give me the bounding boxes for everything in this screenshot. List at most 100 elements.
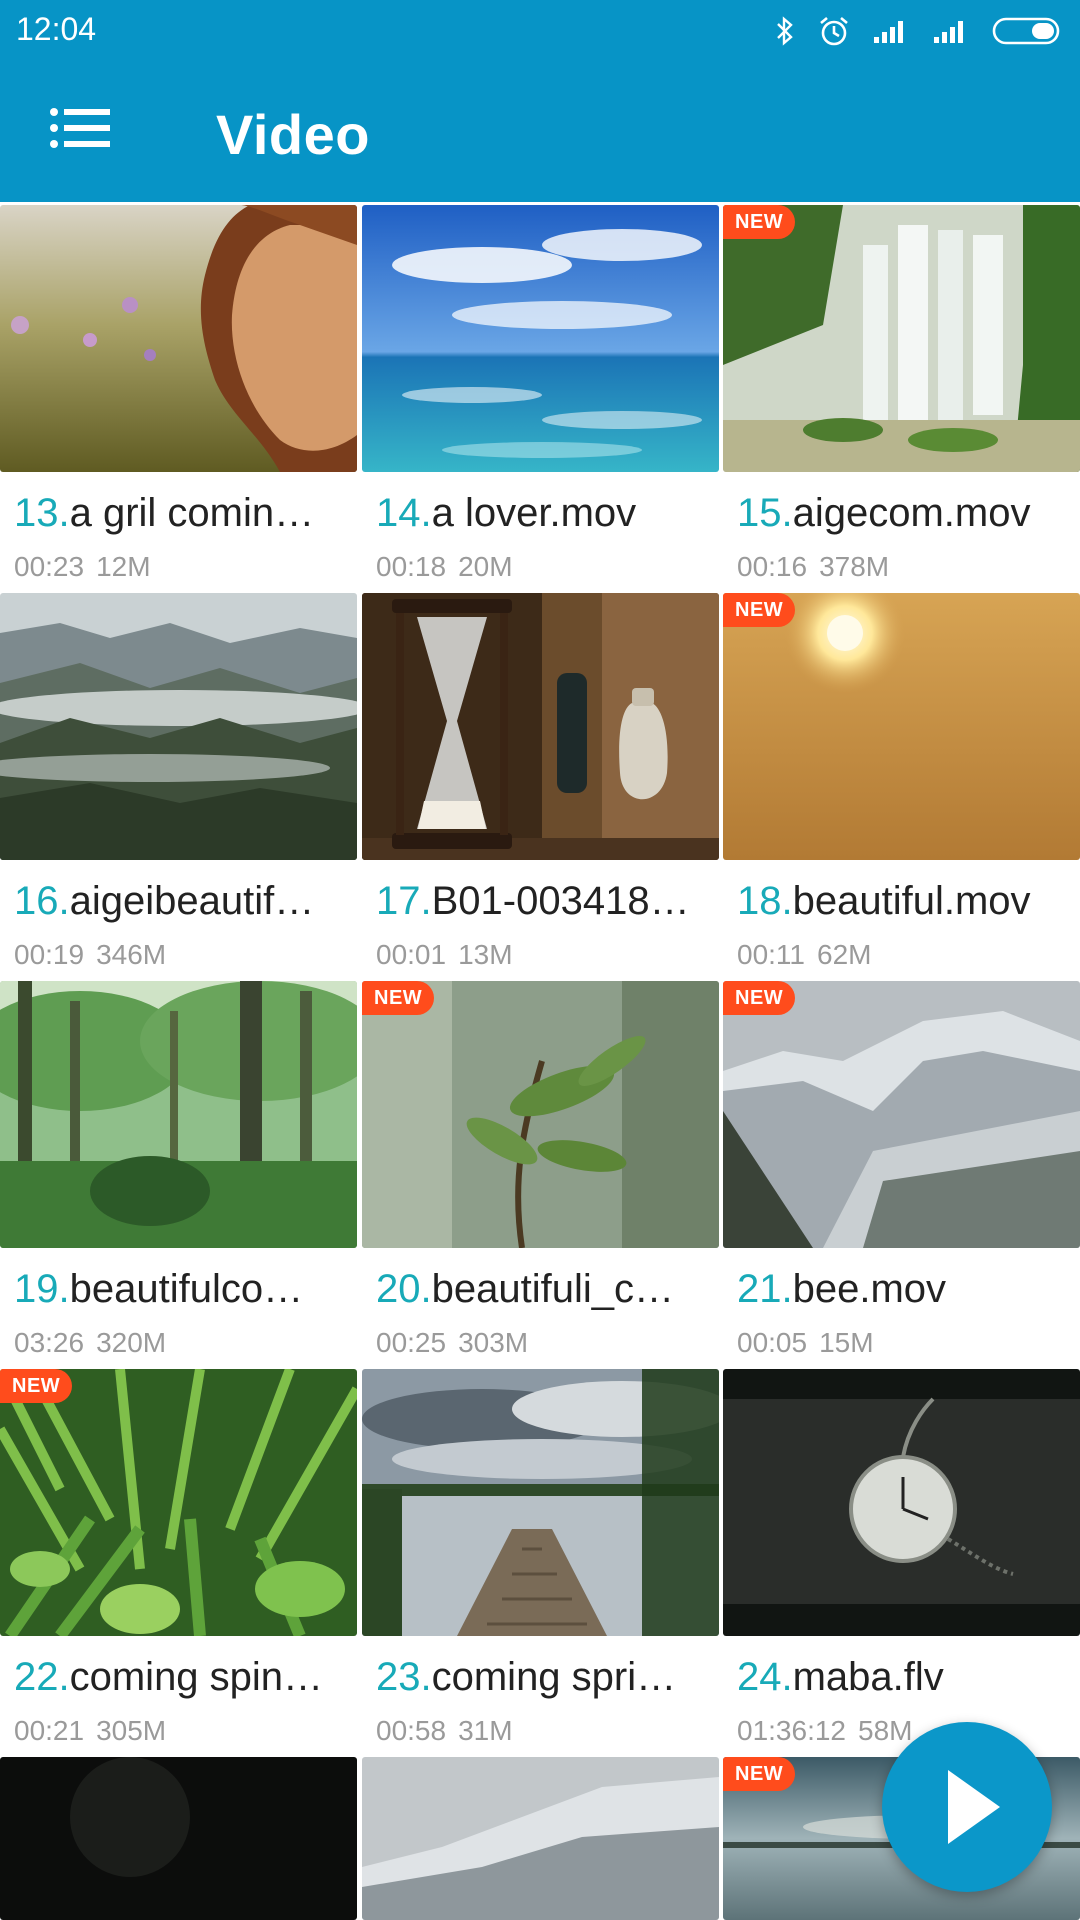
video-duration: 00:58 bbox=[376, 1715, 447, 1746]
video-meta: 00:21 305M bbox=[14, 1715, 166, 1747]
video-duration: 00:21 bbox=[14, 1715, 85, 1746]
video-title: 17.B01-003418… bbox=[376, 879, 706, 924]
video-meta: 00:05 15M bbox=[737, 1327, 874, 1359]
video-title: 21.bee.mov bbox=[737, 1267, 1067, 1312]
video-index: 13. bbox=[14, 491, 70, 535]
video-index: 19. bbox=[14, 1267, 70, 1311]
video-meta: 00:19 346M bbox=[14, 939, 166, 971]
video-name: coming spin… bbox=[69, 1655, 324, 1699]
video-meta: 00:58 31M bbox=[376, 1715, 513, 1747]
video-meta: 00:01 13M bbox=[376, 939, 513, 971]
video-title: 13.a gril comin… bbox=[14, 491, 344, 536]
signal-icon bbox=[934, 21, 963, 43]
video-card[interactable]: 23.coming spri… 00:58 31M bbox=[362, 1369, 719, 1756]
video-duration: 00:23 bbox=[14, 551, 85, 582]
video-card[interactable] bbox=[0, 1757, 357, 1920]
video-size: 378M bbox=[819, 551, 890, 582]
status-bar: 12:04 bbox=[0, 0, 1080, 62]
new-badge: NEW bbox=[0, 1369, 73, 1403]
video-title: 15.aigecom.mov bbox=[737, 491, 1067, 536]
video-title: 14.a lover.mov bbox=[376, 491, 706, 536]
video-thumbnail bbox=[362, 593, 719, 860]
video-duration: 03:26 bbox=[14, 1327, 85, 1358]
menu-button[interactable] bbox=[48, 104, 118, 160]
video-meta: 00:11 62M bbox=[737, 939, 871, 971]
video-index: 17. bbox=[376, 879, 432, 923]
video-thumbnail bbox=[362, 1369, 719, 1636]
video-card[interactable]: 14.a lover.mov 00:18 20M bbox=[362, 205, 719, 592]
video-size: 62M bbox=[817, 939, 872, 970]
status-icons bbox=[774, 12, 1064, 50]
video-size: 12M bbox=[96, 551, 151, 582]
video-size: 31M bbox=[458, 1715, 513, 1746]
video-size: 346M bbox=[96, 939, 167, 970]
video-name: beautifulco… bbox=[69, 1267, 304, 1311]
battery-icon bbox=[992, 17, 1060, 45]
signal-icon bbox=[874, 21, 903, 43]
video-meta: 00:16 378M bbox=[737, 551, 889, 583]
video-name: maba.flv bbox=[792, 1655, 944, 1699]
video-card[interactable]: NEW 18.beautiful.mov 00:11 62M bbox=[723, 593, 1080, 980]
video-card[interactable]: NEW 20.beautifuli_c… 00:25 303M bbox=[362, 981, 719, 1368]
video-index: 15. bbox=[737, 491, 793, 535]
video-size: 15M bbox=[819, 1327, 874, 1358]
video-thumbnail bbox=[0, 205, 357, 472]
video-card[interactable]: 13.a gril comin… 00:23 12M bbox=[0, 205, 357, 592]
video-thumbnail: NEW bbox=[0, 1369, 357, 1636]
video-duration: 00:01 bbox=[376, 939, 447, 970]
video-name: bee.mov bbox=[792, 1267, 947, 1311]
status-time: 12:04 bbox=[16, 11, 97, 47]
video-size: 305M bbox=[96, 1715, 167, 1746]
video-duration: 00:19 bbox=[14, 939, 85, 970]
video-duration: 00:25 bbox=[376, 1327, 447, 1358]
video-duration: 01:36:12 bbox=[737, 1715, 846, 1746]
video-name: beautiful.mov bbox=[792, 879, 1031, 923]
video-thumbnail: NEW bbox=[723, 981, 1080, 1248]
video-index: 24. bbox=[737, 1655, 793, 1699]
video-thumbnail bbox=[0, 593, 357, 860]
video-card[interactable] bbox=[362, 1757, 719, 1920]
video-name: beautifuli_c… bbox=[431, 1267, 674, 1311]
video-meta: 03:26 320M bbox=[14, 1327, 166, 1359]
video-meta: 00:23 12M bbox=[14, 551, 151, 583]
video-name: aigecom.mov bbox=[792, 491, 1031, 535]
video-thumbnail bbox=[362, 205, 719, 472]
play-button[interactable] bbox=[882, 1722, 1052, 1892]
video-title: 24.maba.flv bbox=[737, 1655, 1067, 1700]
video-duration: 00:16 bbox=[737, 551, 808, 582]
video-thumbnail: NEW bbox=[723, 205, 1080, 472]
video-title: 23.coming spri… bbox=[376, 1655, 706, 1700]
video-duration: 00:18 bbox=[376, 551, 447, 582]
video-thumbnail bbox=[0, 981, 357, 1248]
play-icon bbox=[948, 1770, 1000, 1844]
video-index: 21. bbox=[737, 1267, 793, 1311]
alarm-icon bbox=[820, 17, 848, 46]
video-thumbnail bbox=[0, 1757, 357, 1920]
video-index: 23. bbox=[376, 1655, 432, 1699]
video-card[interactable]: NEW 15.aigecom.mov 00:16 378M bbox=[723, 205, 1080, 592]
video-name: coming spri… bbox=[431, 1655, 677, 1699]
new-badge: NEW bbox=[723, 205, 796, 239]
video-card[interactable]: 17.B01-003418… 00:01 13M bbox=[362, 593, 719, 980]
new-badge: NEW bbox=[723, 981, 796, 1015]
video-card[interactable]: NEW 21.bee.mov 00:05 15M bbox=[723, 981, 1080, 1368]
video-card[interactable]: NEW 22.coming spin… 00:21 305M bbox=[0, 1369, 357, 1756]
video-title: 22.coming spin… bbox=[14, 1655, 344, 1700]
video-meta: 00:18 20M bbox=[376, 551, 513, 583]
video-card[interactable]: 24.maba.flv 01:36:12 58M bbox=[723, 1369, 1080, 1756]
new-badge: NEW bbox=[723, 1757, 796, 1791]
video-card[interactable]: 16.aigeibeautif… 00:19 346M bbox=[0, 593, 357, 980]
video-title: 19.beautifulco… bbox=[14, 1267, 344, 1312]
video-size: 13M bbox=[458, 939, 513, 970]
video-duration: 00:05 bbox=[737, 1327, 808, 1358]
menu-list-icon bbox=[50, 108, 110, 148]
video-meta: 00:25 303M bbox=[376, 1327, 528, 1359]
video-name: B01-003418… bbox=[431, 879, 690, 923]
video-card[interactable]: 19.beautifulco… 03:26 320M bbox=[0, 981, 357, 1368]
new-badge: NEW bbox=[723, 593, 796, 627]
video-duration: 00:11 bbox=[737, 939, 805, 970]
video-name: aigeibeautif… bbox=[69, 879, 315, 923]
video-name: a gril comin… bbox=[69, 491, 315, 535]
app-bar: Video bbox=[0, 62, 1080, 202]
video-thumbnail: NEW bbox=[723, 593, 1080, 860]
